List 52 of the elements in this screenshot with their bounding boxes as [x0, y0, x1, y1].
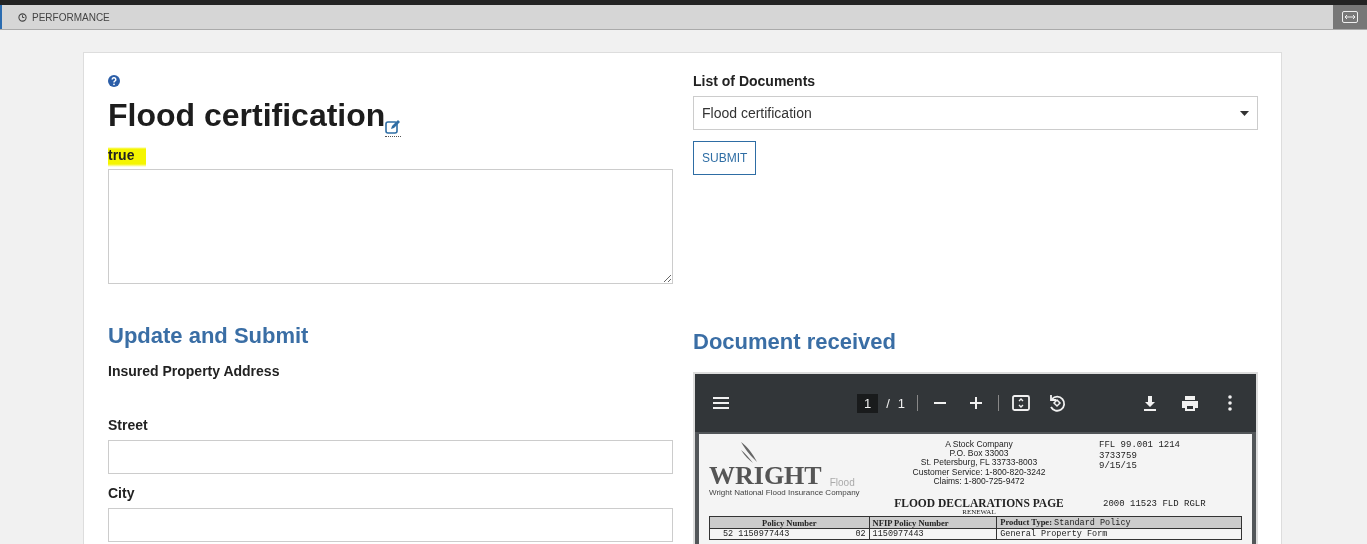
company-line: Customer Service: 1-800-820-3242 [911, 467, 1047, 477]
clock-icon [18, 12, 27, 22]
logo-icon [739, 440, 759, 464]
expand-button[interactable] [1333, 5, 1367, 29]
logo-tagline: Wright National Flood Insurance Company [709, 488, 860, 497]
documents-label: List of Documents [693, 73, 817, 89]
document-code: 3733759 [1098, 450, 1138, 461]
submit-button[interactable]: SUBMIT [693, 141, 757, 175]
notes-field[interactable] [108, 169, 673, 284]
company-line: St. Petersburg, FL 33733-8003 [919, 458, 1039, 468]
table-cell: Standard Policy [1054, 518, 1131, 528]
company-line: P.O. Box 33003 [949, 449, 1009, 459]
table-cell: NFIP Policy Number [869, 516, 997, 529]
table-cell: General Property Form [996, 528, 1242, 540]
rotate-icon [1047, 393, 1068, 413]
table-cell: Policy Number [709, 516, 870, 529]
document-code: FFL 99.001 1214 [1098, 440, 1181, 451]
more-icon [1228, 395, 1232, 411]
address-field[interactable] [108, 440, 673, 474]
page-number-field[interactable]: 1 [857, 393, 879, 413]
table-cell: 52 1150977443 [723, 529, 790, 539]
document-select[interactable]: Flood certification [693, 96, 1258, 130]
section-heading: Document received [693, 328, 897, 356]
company-line: A Stock Company [944, 440, 1014, 450]
print-button[interactable] [1180, 393, 1200, 413]
caret-icon [1240, 110, 1249, 116]
table-cell: Product Type: [1000, 517, 1052, 527]
company-line: Claims: 1-800-725-9472 [932, 476, 1026, 486]
logo-subtext: Flood [829, 478, 855, 488]
expand-icon [1342, 11, 1358, 23]
document-heading: FLOOD DECLARATIONS PAGE [893, 497, 1065, 509]
field-label: Street [108, 417, 149, 433]
address-field[interactable] [108, 508, 673, 542]
document-code: 9/15/15 [1098, 461, 1138, 472]
table-cell: 02 [855, 529, 866, 539]
rotate-button[interactable] [1047, 393, 1068, 413]
address-label: Insured Property Address [108, 363, 281, 379]
page-total: 1 [897, 395, 906, 411]
table-cell: 1150977443 [869, 528, 997, 540]
status-text: true [108, 147, 147, 167]
field-label: City [108, 485, 136, 501]
document-title: Flood certification [108, 96, 386, 135]
print-icon [1180, 393, 1200, 413]
minus-icon [933, 402, 948, 404]
reference-code: 2000 11523 FLD RGLR [1102, 499, 1207, 509]
logo-text: WRIGHT [709, 464, 822, 488]
fit-page-icon [1011, 393, 1032, 413]
edit-icon[interactable] [385, 118, 402, 137]
page-separator: / [886, 395, 890, 411]
section-heading: Update and Submit [108, 322, 310, 350]
fit-page-button[interactable] [1011, 393, 1032, 413]
help-icon[interactable] [108, 75, 120, 87]
